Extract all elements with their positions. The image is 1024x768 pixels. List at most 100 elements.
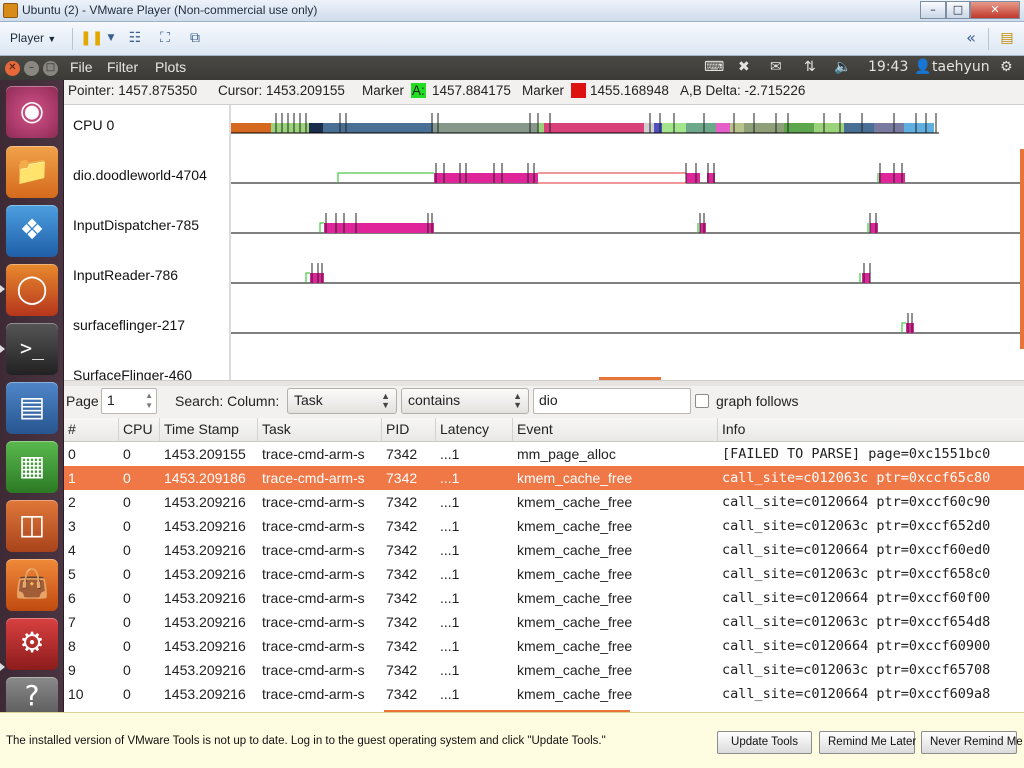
marker-a-label: Marker <box>362 83 405 98</box>
clock-time[interactable]: 19:43 <box>868 59 908 75</box>
table-row[interactable]: 0 0 1453.209155 trace-cmd-arm-s 7342 ...1 mm_p… <box>64 442 1024 466</box>
window-minimize-icon[interactable]: – <box>24 61 39 76</box>
cell-info: call_site=c012063c ptr=0xccf65c80 <box>722 470 991 486</box>
surfaceflinger-timeline <box>231 313 1024 334</box>
keyboard-icon[interactable]: ⌨ <box>704 59 724 75</box>
double-chevron-left-icon[interactable]: « <box>962 30 980 47</box>
page-spinner[interactable]: 1 ▲ ▼ <box>101 388 157 414</box>
column-header-index[interactable]: # <box>64 418 119 442</box>
system-settings-icon[interactable]: ⚙ <box>6 618 58 670</box>
cell-timestamp: 1453.209216 <box>164 518 246 534</box>
cursor-readout: Cursor: 1453.209155 <box>218 83 345 98</box>
page-label: Page <box>66 393 99 409</box>
user-name[interactable]: taehyun <box>932 59 990 75</box>
close-button[interactable]: ✕ <box>970 1 1020 19</box>
column-header-cpu[interactable]: CPU <box>119 418 160 442</box>
column-header-info[interactable]: Info <box>718 418 1024 442</box>
minimize-button[interactable]: – <box>920 1 946 19</box>
table-row[interactable]: 5 0 1453.209216 trace-cmd-arm-s 7342 ...1 kmem… <box>64 562 1024 586</box>
volume-icon[interactable]: 🔈 <box>834 59 851 75</box>
table-row[interactable]: 3 0 1453.209216 trace-cmd-arm-s 7342 ...1 kmem… <box>64 514 1024 538</box>
files-icon[interactable]: 📁 <box>6 146 58 198</box>
window-restore-icon[interactable]: □ <box>43 61 58 76</box>
player-menu[interactable]: Player ▼ <box>4 28 62 50</box>
cell-task: trace-cmd-arm-s <box>262 686 365 702</box>
cell-cpu: 0 <box>123 638 131 654</box>
remind-later-button[interactable]: Remind Me Later <box>819 731 916 754</box>
plot-canvas[interactable] <box>64 105 1024 380</box>
dropbox-icon[interactable]: ✖ <box>738 59 750 75</box>
cell-cpu: 0 <box>123 494 131 510</box>
window-close-icon[interactable]: ✕ <box>5 61 20 76</box>
table-row[interactable]: 9 0 1453.209216 trace-cmd-arm-s 7342 ...1 kmem… <box>64 658 1024 682</box>
fullscreen-icon[interactable]: ⛶ <box>156 30 174 47</box>
cell-pid: 7342 <box>386 638 418 654</box>
toolbar-separator <box>988 28 989 50</box>
pause-icon[interactable]: ❚❚ <box>80 30 103 47</box>
workspace-switcher-icon[interactable]: ? <box>6 677 58 717</box>
impress-icon[interactable]: ◫ <box>6 500 58 552</box>
cell-event: kmem_cache_free <box>517 614 633 630</box>
table-row[interactable]: 8 0 1453.209216 trace-cmd-arm-s 7342 ...1 kmem… <box>64 634 1024 658</box>
table-row[interactable]: 10 0 1453.209216 trace-cmd-arm-s 7342 ...1 kme… <box>64 682 1024 706</box>
table-row[interactable]: 6 0 1453.209216 trace-cmd-arm-s 7342 ...1 kmem… <box>64 586 1024 610</box>
chevron-down-icon[interactable]: ▼ <box>102 30 120 47</box>
calc-icon[interactable]: ▦ <box>6 441 58 493</box>
table-row[interactable]: 4 0 1453.209216 trace-cmd-arm-s 7342 ...1 kmem… <box>64 538 1024 562</box>
marker-b-label: Marker <box>522 83 565 98</box>
update-tools-button[interactable]: Update Tools <box>717 731 812 754</box>
maximize-button[interactable]: □ <box>946 1 970 19</box>
column-header-event[interactable]: Event <box>513 418 718 442</box>
mail-icon[interactable]: ✉ <box>770 59 782 75</box>
vmware-tools-notification: The installed version of VMware Tools is… <box>0 712 1024 768</box>
column-header-pid[interactable]: PID <box>382 418 436 442</box>
menu-filter[interactable]: Filter <box>107 59 138 75</box>
library-icon[interactable]: ▤ <box>998 30 1016 47</box>
firefox-icon[interactable]: ◯ <box>6 264 58 316</box>
terminal-icon[interactable]: >_ <box>6 323 58 375</box>
trace-graph[interactable]: CPU 0 dio.doodleworld-4704 InputDispatch… <box>64 104 1024 380</box>
vmware-app-icon <box>3 3 18 18</box>
network-icon[interactable]: ⇅ <box>804 59 816 75</box>
gear-icon[interactable]: ⚙ <box>1000 59 1013 75</box>
cell-latency: ...1 <box>440 542 460 558</box>
column-header-task[interactable]: Task <box>258 418 382 442</box>
event-table: # CPU Time Stamp Task PID Latency Event … <box>64 418 1024 712</box>
window-title: Ubuntu (2) - VMware Player (Non-commerci… <box>22 3 318 17</box>
cell-event: kmem_cache_free <box>517 542 633 558</box>
column-header-latency[interactable]: Latency <box>436 418 513 442</box>
table-row[interactable]: 2 0 1453.209216 trace-cmd-arm-s 7342 ...1 kmem… <box>64 490 1024 514</box>
never-remind-button[interactable]: Never Remind Me <box>921 731 1023 754</box>
updown-arrow-icon: ▲ ▼ <box>381 391 390 410</box>
table-row[interactable]: 1 0 1453.209186 trace-cmd-arm-s 7342 ...1 kmem… <box>64 466 1024 490</box>
notification-message: The installed version of VMware Tools is… <box>6 735 606 747</box>
spinner-arrows-icon[interactable]: ▲ ▼ <box>145 391 153 411</box>
cell-event: mm_page_alloc <box>517 446 616 462</box>
cell-cpu: 0 <box>123 590 131 606</box>
unity-launcher: ◉ 📁 ❖ ◯ >_ ▤ ▦ ◫ 👜 ⚙ ? <box>0 80 64 768</box>
menu-plots[interactable]: Plots <box>155 59 186 75</box>
dropbox-launcher-icon[interactable]: ❖ <box>6 205 58 257</box>
cell-pid: 7342 <box>386 470 418 486</box>
graph-follows-checkbox[interactable] <box>695 394 709 408</box>
software-center-icon[interactable]: 👜 <box>6 559 58 611</box>
cell-info: [FAILED TO PARSE] page=0xc1551bc0 <box>722 446 991 462</box>
column-header-timestamp[interactable]: Time Stamp <box>160 418 258 442</box>
cell-info: call_site=c012063c ptr=0xccf65708 <box>722 662 991 678</box>
launcher-running-indicator <box>0 285 5 293</box>
updown-arrow-icon: ▲ ▼ <box>513 391 522 410</box>
table-row[interactable]: 7 0 1453.209216 trace-cmd-arm-s 7342 ...1 kmem… <box>64 610 1024 634</box>
unity-icon[interactable]: ⧉ <box>186 30 204 47</box>
operator-select[interactable]: contains ▲ ▼ <box>401 388 529 414</box>
devices-icon[interactable]: ☷ <box>126 30 144 47</box>
search-input[interactable]: dio <box>533 388 691 414</box>
writer-icon[interactable]: ▤ <box>6 382 58 434</box>
cell-latency: ...1 <box>440 638 460 654</box>
cell-pid: 7342 <box>386 662 418 678</box>
cell-info: call_site=c0120664 ptr=0xccf60900 <box>722 638 991 654</box>
vertical-scroll-thumb[interactable] <box>1020 149 1024 349</box>
menu-file[interactable]: File <box>70 59 93 75</box>
ubuntu-dash-icon[interactable]: ◉ <box>6 86 58 138</box>
column-select-value: Task <box>294 392 323 408</box>
column-select[interactable]: Task ▲ ▼ <box>287 388 397 414</box>
